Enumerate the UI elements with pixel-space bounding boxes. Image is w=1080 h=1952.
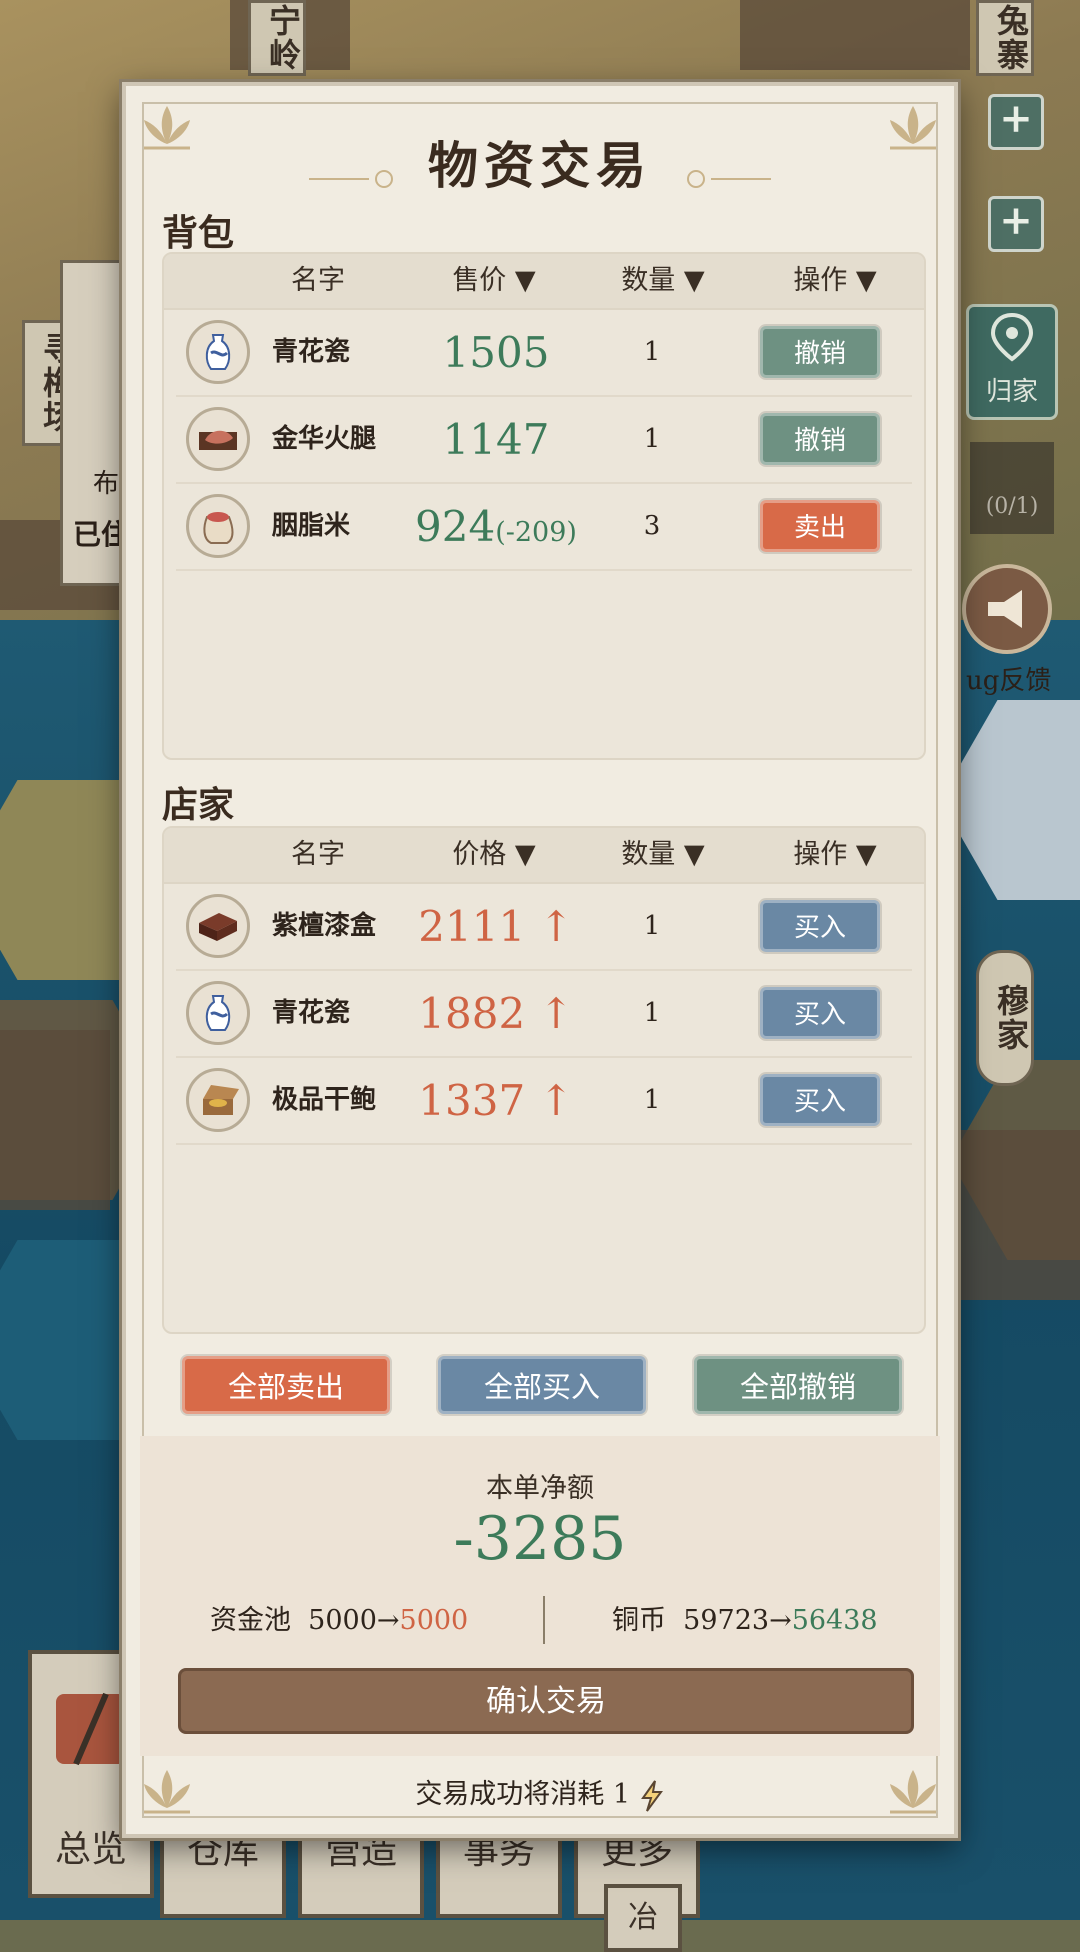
revoke-button[interactable]: 撤销 <box>760 413 880 465</box>
sell-button[interactable]: 卖出 <box>760 500 880 552</box>
tab-partial[interactable]: 冶 <box>604 1884 682 1952</box>
sell-all-button[interactable]: 全部卖出 <box>182 1356 390 1414</box>
backpack-header-row: 名字 售价 ▼ 数量 ▼ 操作 ▼ <box>164 254 924 310</box>
add-icon[interactable]: + <box>988 196 1044 252</box>
col-price[interactable]: 价格 ▼ <box>414 828 574 882</box>
table-row: 极品干鲍 1337 ↑ 1 买入 <box>176 1058 912 1145</box>
porcelain-vase-icon <box>186 320 250 384</box>
buy-all-button[interactable]: 全部买入 <box>438 1356 646 1414</box>
rice-bag-icon <box>186 494 250 558</box>
item-price: 924(-209) <box>415 502 577 551</box>
copper-coins: 铜币 59723→56438 <box>612 1605 878 1636</box>
shop-table: 名字 价格 ▼ 数量 ▼ 操作 ▼ 紫檀漆盒 2111 ↑ 1 买入 青花瓷 1… <box>162 826 926 1334</box>
lacquer-box-icon <box>186 894 250 958</box>
table-row: 金华火腿 1147 1 撤销 <box>176 397 912 484</box>
home-label: 归家 <box>985 377 1038 407</box>
map-label-right[interactable]: 穆家 <box>976 950 1034 1086</box>
item-price: 1337 ↑ <box>418 1076 574 1125</box>
location-pin-icon <box>990 312 1034 362</box>
item-name: 金华火腿 <box>272 424 377 454</box>
title-ornament-right-icon <box>687 169 772 188</box>
map-label-top-right[interactable]: 兔寨 <box>976 0 1034 76</box>
shop-title: 店家 <box>162 784 235 826</box>
feedback-label[interactable]: ug反馈 <box>966 660 1051 697</box>
fund-pool: 资金池 5000→5000 <box>210 1605 469 1636</box>
map-building <box>960 1130 1080 1300</box>
table-row: 青花瓷 1505 1 撤销 <box>176 310 912 397</box>
item-name: 青花瓷 <box>272 998 351 1028</box>
net-amount-value: -3285 <box>453 1504 627 1574</box>
col-qty[interactable]: 数量 ▼ <box>588 828 738 882</box>
map-label-top-left[interactable]: 宁岭 <box>248 0 306 76</box>
ham-icon <box>186 407 250 471</box>
col-qty[interactable]: 数量 ▼ <box>588 254 738 308</box>
item-qty: 1 <box>643 424 661 454</box>
map-building <box>740 0 970 70</box>
buy-button[interactable]: 买入 <box>760 1074 880 1126</box>
col-action[interactable]: 操作 ▼ <box>760 254 910 308</box>
table-row: 紫檀漆盒 2111 ↑ 1 买入 <box>176 884 912 971</box>
item-qty: 1 <box>643 911 661 941</box>
table-row: 胭脂米 924(-209) 3 卖出 <box>176 484 912 571</box>
item-name: 胭脂米 <box>272 511 351 541</box>
item-price: 1147 <box>442 415 550 464</box>
backpack-title: 背包 <box>162 212 235 254</box>
item-qty: 1 <box>643 337 661 367</box>
porcelain-vase-icon <box>186 981 250 1045</box>
dialog-title: 物资交易 <box>428 136 652 195</box>
item-qty: 3 <box>643 511 661 541</box>
energy-cost-note: 交易成功将消耗 1 <box>126 1772 954 1813</box>
megaphone-icon[interactable] <box>962 564 1052 654</box>
abalone-box-icon <box>186 1068 250 1132</box>
add-icon[interactable]: + <box>988 94 1044 150</box>
map-building <box>0 1030 110 1210</box>
col-price[interactable]: 售价 ▼ <box>414 254 574 308</box>
cancel-all-button[interactable]: 全部撤销 <box>694 1356 902 1414</box>
summary-divider <box>543 1596 545 1644</box>
dialog-header: 物资交易 <box>126 126 954 198</box>
lightning-icon <box>640 1779 663 1812</box>
item-qty: 1 <box>643 998 661 1028</box>
item-name: 极品干鲍 <box>272 1085 377 1115</box>
item-name: 青花瓷 <box>272 337 351 367</box>
counter-badge: (0/1) <box>970 442 1054 534</box>
item-price: 1882 ↑ <box>418 989 574 1038</box>
backpack-table: 名字 售价 ▼ 数量 ▼ 操作 ▼ 青花瓷 1505 1 撤销 金华火腿 114… <box>162 252 926 760</box>
item-price: 2111 ↑ <box>418 902 574 951</box>
title-ornament-left-icon <box>308 169 393 188</box>
table-row: 青花瓷 1882 ↑ 1 买入 <box>176 971 912 1058</box>
shop-header-row: 名字 价格 ▼ 数量 ▼ 操作 ▼ <box>164 828 924 884</box>
item-qty: 1 <box>643 1085 661 1115</box>
confirm-trade-button[interactable]: 确认交易 <box>178 1668 914 1734</box>
buy-button[interactable]: 买入 <box>760 900 880 952</box>
item-price: 1505 <box>442 328 550 377</box>
revoke-button[interactable]: 撤销 <box>760 326 880 378</box>
buy-button[interactable]: 买入 <box>760 987 880 1039</box>
col-action[interactable]: 操作 ▼ <box>760 828 910 882</box>
trade-summary: 本单净额 -3285 资金池 5000→5000 铜币 59723→56438 … <box>140 1436 940 1756</box>
net-amount-label: 本单净额 <box>486 1473 594 1504</box>
home-button[interactable]: 归家 <box>966 304 1058 420</box>
item-name: 紫檀漆盒 <box>272 911 377 941</box>
col-name[interactable]: 名字 <box>258 828 378 882</box>
trade-dialog: 物资交易 背包 名字 售价 ▼ 数量 ▼ 操作 ▼ 青花瓷 1505 1 撤销 <box>122 82 958 1838</box>
col-name[interactable]: 名字 <box>258 254 378 308</box>
